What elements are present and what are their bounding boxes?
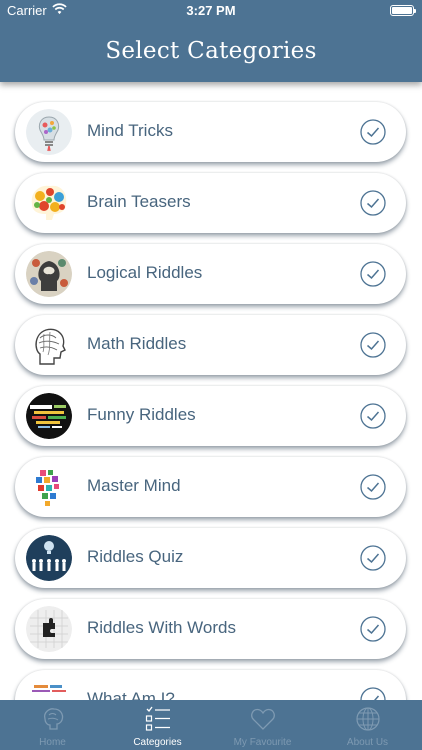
tab-bar: Home Categories My Favourite About Us [0, 700, 422, 750]
tab-label: About Us [346, 737, 389, 748]
category-card-brain-teasers[interactable]: Brain Teasers [15, 173, 406, 233]
checkmark-circle-icon[interactable] [360, 190, 386, 216]
tab-home[interactable]: Home [0, 700, 105, 750]
checklist-icon [145, 706, 170, 731]
word-art-icon [26, 677, 72, 700]
status-time: 3:27 PM [186, 3, 236, 18]
category-card-funny-riddles[interactable]: Funny Riddles [15, 386, 406, 446]
tab-label: Categories [133, 737, 182, 748]
page-title: Select Categories [105, 38, 317, 64]
battery-icon [390, 5, 416, 16]
status-bar: Carrier 3:27 PM [0, 0, 422, 22]
category-label: Mind Tricks [87, 121, 173, 140]
checkmark-circle-icon[interactable] [360, 261, 386, 287]
checkmark-circle-icon[interactable] [360, 119, 386, 145]
tab-label: Home [39, 737, 66, 748]
tab-my-favourite[interactable]: My Favourite [210, 700, 315, 750]
category-card-riddles-quiz[interactable]: Riddles Quiz [15, 528, 406, 588]
checkmark-circle-icon[interactable] [360, 403, 386, 429]
category-label: Master Mind [87, 476, 181, 495]
category-label: Brain Teasers [87, 192, 191, 211]
category-card-logical-riddles[interactable]: Logical Riddles [15, 244, 406, 304]
checkmark-circle-icon[interactable] [360, 545, 386, 571]
gear-brain-icon [26, 180, 72, 226]
checkmark-circle-icon[interactable] [360, 474, 386, 500]
category-card-what-am-i[interactable]: What Am I? [15, 670, 406, 700]
tab-about-us[interactable]: About Us [315, 700, 420, 750]
category-card-math-riddles[interactable]: Math Riddles [15, 315, 406, 375]
globe-icon [356, 707, 380, 731]
category-label: Funny Riddles [87, 405, 196, 424]
category-label: Riddles Quiz [87, 547, 184, 566]
checkmark-circle-icon[interactable] [360, 616, 386, 642]
category-label: Logical Riddles [87, 263, 203, 282]
colorful-letters-icon [26, 464, 72, 510]
checkmark-circle-icon[interactable] [360, 687, 386, 700]
navigation-header: Carrier 3:27 PM Select Categories [0, 0, 422, 82]
puzzle-head-icon [26, 606, 72, 652]
category-label: What Am I? [87, 689, 175, 700]
category-card-riddles-with-words[interactable]: Riddles With Words [15, 599, 406, 659]
category-list[interactable]: Mind Tricks Brain Teasers Logical Riddle… [0, 82, 422, 700]
category-label: Riddles With Words [87, 618, 236, 637]
people-lightbulb-icon [26, 535, 72, 581]
category-label: Math Riddles [87, 334, 187, 353]
word-cloud-icon [26, 393, 72, 439]
tab-label: My Favourite [233, 737, 292, 748]
category-card-master-mind[interactable]: Master Mind [15, 457, 406, 517]
heart-icon [251, 708, 275, 730]
lightbulb-icon [26, 109, 72, 155]
brain-head-icon [26, 251, 72, 297]
brain-icon [44, 708, 64, 730]
category-card-mind-tricks[interactable]: Mind Tricks [15, 102, 406, 162]
checkmark-circle-icon[interactable] [360, 332, 386, 358]
tab-categories[interactable]: Categories [105, 700, 210, 750]
sketch-head-icon [26, 322, 72, 368]
